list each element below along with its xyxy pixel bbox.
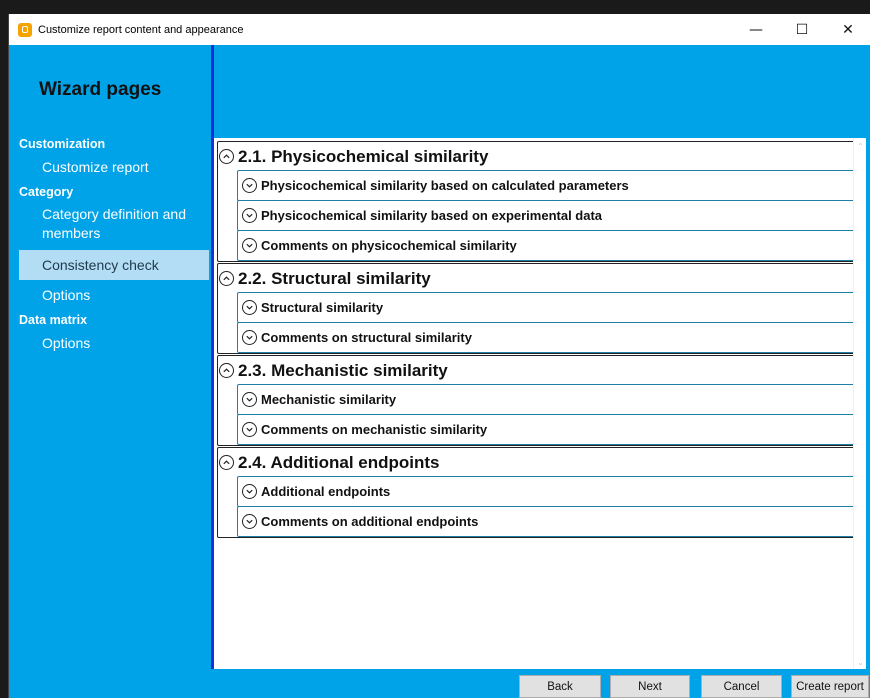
subsection-item[interactable]: Comments on mechanistic similarity (237, 414, 856, 445)
expand-icon[interactable] (242, 484, 257, 499)
section-header[interactable]: 2.1. Physicochemical similarity (218, 142, 855, 171)
window-title: Customize report content and appearance (38, 23, 244, 36)
subsection-item[interactable]: Comments on additional endpoints (237, 506, 856, 537)
next-button[interactable]: Next (610, 675, 690, 698)
section-physicochemical: 2.1. Physicochemical similarity Physicoc… (217, 141, 856, 262)
subsection-item[interactable]: Physicochemical similarity based on calc… (237, 170, 856, 201)
nav-item-data-matrix-options[interactable]: Options (42, 334, 90, 353)
minimize-button[interactable]: — (733, 14, 779, 45)
subsection-title: Additional endpoints (261, 484, 391, 499)
section-structural: 2.2. Structural similarity Structural si… (217, 263, 856, 354)
section-title: 2.2. Structural similarity (238, 268, 431, 288)
subsection-item[interactable]: Mechanistic similarity (237, 384, 856, 415)
report-sections-panel: 2.1. Physicochemical similarity Physicoc… (214, 138, 866, 669)
maximize-button[interactable]: ☐ (779, 14, 825, 45)
subsection-title: Structural similarity (261, 300, 384, 315)
section-header[interactable]: 2.3. Mechanistic similarity (218, 356, 855, 385)
cancel-button[interactable]: Cancel (701, 675, 782, 698)
collapse-icon[interactable] (219, 149, 234, 164)
expand-icon[interactable] (242, 208, 257, 223)
vertical-scrollbar[interactable]: ⌃ ⌄ (853, 138, 866, 669)
nav-item-customize-report[interactable]: Customize report (42, 158, 149, 177)
dialog-window: Customize report content and appearance … (8, 14, 870, 698)
section-header[interactable]: 2.4. Additional endpoints (218, 448, 855, 477)
nav-item-category-definition[interactable]: Category definition and members (42, 205, 202, 243)
back-button[interactable]: Back (519, 675, 601, 698)
expand-icon[interactable] (242, 514, 257, 529)
sidebar-heading: Wizard pages (39, 79, 162, 100)
scroll-down-icon[interactable]: ⌄ (856, 658, 865, 667)
nav-group-customization: Customization (19, 137, 106, 151)
section-title: 2.1. Physicochemical similarity (238, 146, 489, 166)
subsection-item[interactable]: Physicochemical similarity based on expe… (237, 200, 856, 231)
expand-icon[interactable] (242, 238, 257, 253)
collapse-icon[interactable] (219, 455, 234, 470)
create-report-button[interactable]: Create report (791, 675, 869, 698)
nav-item-consistency-check[interactable]: Consistency check (19, 250, 209, 280)
wizard-sidebar: Wizard pages Customization Customize rep… (9, 45, 211, 698)
expand-icon[interactable] (242, 300, 257, 315)
subsection-item[interactable]: Comments on structural similarity (237, 322, 856, 353)
collapse-icon[interactable] (219, 271, 234, 286)
collapse-icon[interactable] (219, 363, 234, 378)
nav-item-category-options[interactable]: Options (42, 286, 90, 305)
section-additional-endpoints: 2.4. Additional endpoints Additional end… (217, 447, 856, 538)
section-mechanistic: 2.3. Mechanistic similarity Mechanistic … (217, 355, 856, 446)
section-header[interactable]: 2.2. Structural similarity (218, 264, 855, 293)
subsection-item[interactable]: Additional endpoints (237, 476, 856, 507)
nav-group-data-matrix: Data matrix (19, 313, 88, 327)
subsection-item[interactable]: Structural similarity (237, 292, 856, 323)
subsection-item[interactable]: Comments on physicochemical similarity (237, 230, 856, 261)
subsection-title: Comments on physicochemical similarity (261, 238, 517, 253)
title-bar: Customize report content and appearance … (9, 14, 870, 45)
subsection-title: Comments on additional endpoints (261, 514, 479, 529)
nav-group-category: Category (19, 185, 74, 199)
expand-icon[interactable] (242, 178, 257, 193)
close-button[interactable]: ✕ (825, 14, 870, 45)
section-title: 2.3. Mechanistic similarity (238, 360, 448, 380)
scroll-up-icon[interactable]: ⌃ (856, 142, 865, 151)
subsection-title: Comments on structural similarity (261, 330, 472, 345)
app-icon (18, 22, 32, 37)
section-title: 2.4. Additional endpoints (238, 452, 440, 472)
expand-icon[interactable] (242, 392, 257, 407)
subsection-title: Physicochemical similarity based on expe… (261, 208, 603, 223)
subsection-title: Comments on mechanistic similarity (261, 422, 488, 437)
subsection-title: Mechanistic similarity (261, 392, 397, 407)
expand-icon[interactable] (242, 422, 257, 437)
subsection-title: Physicochemical similarity based on calc… (261, 178, 629, 193)
expand-icon[interactable] (242, 330, 257, 345)
